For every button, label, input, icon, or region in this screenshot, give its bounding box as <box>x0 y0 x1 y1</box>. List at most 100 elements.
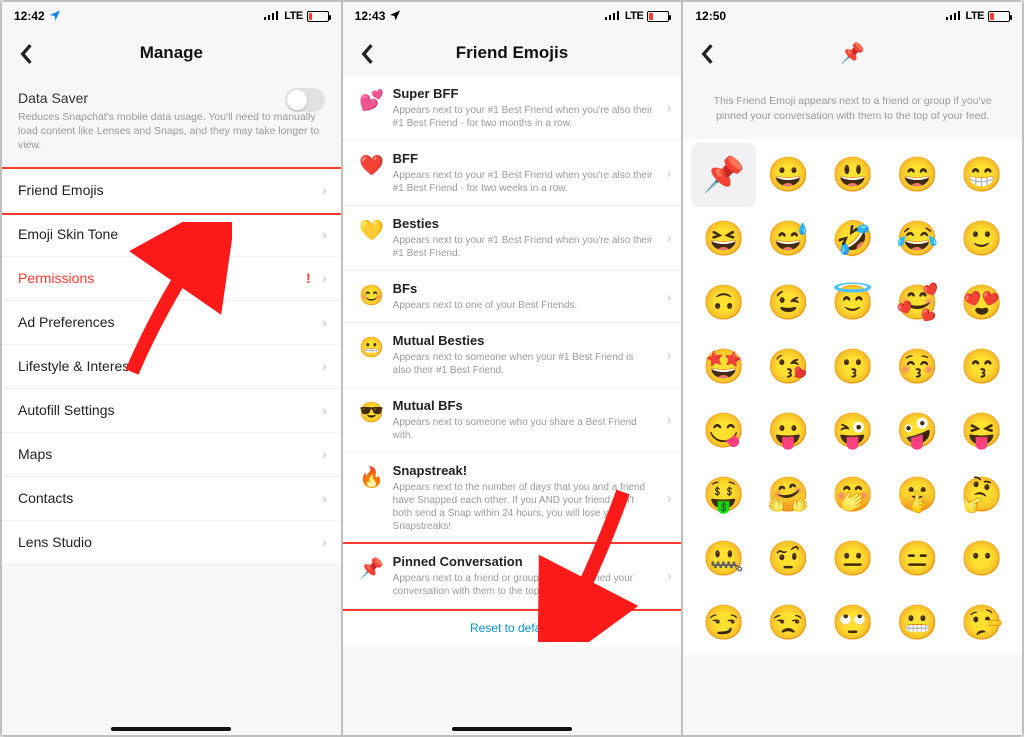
emoji-option[interactable]: 😇 <box>820 271 885 335</box>
status-time: 12:50 <box>695 9 726 23</box>
data-saver-title: Data Saver <box>18 90 325 106</box>
friend-emoji-row-bff[interactable]: ❤️BFFAppears next to your #1 Best Friend… <box>343 141 682 206</box>
back-button[interactable] <box>353 40 381 68</box>
chevron-right-icon: › <box>322 402 327 418</box>
emoji-option[interactable]: 😋 <box>691 399 756 463</box>
settings-row-lifestyle-interests[interactable]: Lifestyle & Interests› <box>2 345 341 389</box>
emoji-option[interactable]: 😅 <box>756 207 821 271</box>
emoji-option[interactable]: 🤗 <box>756 463 821 527</box>
back-button[interactable] <box>693 40 721 68</box>
friend-emoji-row-besties[interactable]: 💛BestiesAppears next to your #1 Best Fri… <box>343 206 682 271</box>
row-label: Maps <box>18 446 52 462</box>
settings-row-permissions[interactable]: Permissions! › <box>2 257 341 301</box>
row-label: Permissions <box>18 270 94 286</box>
reset-to-default-button[interactable]: Reset to default <box>343 609 682 647</box>
row-title: Pinned Conversation <box>393 554 654 569</box>
emoji-option[interactable]: 🥰 <box>885 271 950 335</box>
emoji-option[interactable]: 😝 <box>949 399 1014 463</box>
chevron-right-icon: › <box>667 231 671 246</box>
signal-type: LTE <box>625 10 643 22</box>
emoji-option[interactable]: 😚 <box>885 335 950 399</box>
emoji-option[interactable]: 😗 <box>820 335 885 399</box>
emoji-option[interactable]: 🤥 <box>949 591 1014 655</box>
emoji-option[interactable]: 🤫 <box>885 463 950 527</box>
row-label: Ad Preferences <box>18 314 115 330</box>
emoji-option[interactable]: 🤨 <box>756 527 821 591</box>
chevron-right-icon: › <box>667 289 671 304</box>
signal-bars-icon <box>946 9 962 23</box>
chevron-right-icon: › <box>322 446 327 462</box>
emoji-option[interactable]: 😏 <box>691 591 756 655</box>
chevron-right-icon: › <box>322 182 327 198</box>
back-button[interactable] <box>12 40 40 68</box>
settings-row-lens-studio[interactable]: Lens Studio› <box>2 521 341 565</box>
emoji-icon: ❤️ <box>357 153 387 178</box>
friend-emoji-row-pinned-conversation[interactable]: 📌Pinned ConversationAppears next to a fr… <box>343 544 682 609</box>
emoji-option[interactable]: 😍 <box>949 271 1014 335</box>
emoji-option[interactable]: 🤑 <box>691 463 756 527</box>
emoji-option[interactable]: 😃 <box>820 143 885 207</box>
emoji-option[interactable]: 🙄 <box>820 591 885 655</box>
battery-icon <box>307 11 329 22</box>
settings-row-contacts[interactable]: Contacts› <box>2 477 341 521</box>
row-title: Besties <box>393 216 654 231</box>
friend-emoji-row-mutual-bfs[interactable]: 😎Mutual BFsAppears next to someone who y… <box>343 388 682 453</box>
emoji-option[interactable]: 😶 <box>949 527 1014 591</box>
emoji-option[interactable]: 🤣 <box>820 207 885 271</box>
friend-emoji-row-bfs[interactable]: 😊BFsAppears next to one of your Best Fri… <box>343 271 682 323</box>
settings-row-friend-emojis[interactable]: Friend Emojis› <box>2 169 341 213</box>
chevron-right-icon: › <box>322 534 327 550</box>
emoji-option[interactable]: 🤭 <box>820 463 885 527</box>
emoji-option[interactable]: 🤪 <box>885 399 950 463</box>
emoji-option[interactable]: 🙃 <box>691 271 756 335</box>
row-title: BFs <box>393 281 654 296</box>
home-indicator[interactable] <box>452 727 572 731</box>
friend-emoji-row-mutual-besties[interactable]: 😬Mutual BestiesAppears next to someone w… <box>343 323 682 388</box>
emoji-option[interactable]: 😒 <box>756 591 821 655</box>
row-description: Appears next to the number of days that … <box>393 481 654 533</box>
chevron-right-icon: › <box>667 348 671 363</box>
row-label: Autofill Settings <box>18 402 115 418</box>
emoji-icon: 💛 <box>357 218 387 243</box>
signal-bars-icon <box>605 9 621 23</box>
settings-row-ad-preferences[interactable]: Ad Preferences › <box>2 301 341 345</box>
settings-row-maps[interactable]: Maps › <box>2 433 341 477</box>
emoji-option[interactable]: 😐 <box>820 527 885 591</box>
emoji-option[interactable]: 😘 <box>756 335 821 399</box>
picker-description: This Friend Emoji appears next to a frie… <box>683 76 1022 139</box>
emoji-option[interactable]: 😄 <box>885 143 950 207</box>
row-title: Mutual BFs <box>393 398 654 413</box>
emoji-option[interactable]: 😛 <box>756 399 821 463</box>
data-saver-toggle[interactable] <box>285 88 325 112</box>
emoji-option[interactable]: 🤩 <box>691 335 756 399</box>
emoji-option[interactable]: 😀 <box>756 143 821 207</box>
chevron-right-icon: › <box>322 314 327 330</box>
emoji-option[interactable]: 🤔 <box>949 463 1014 527</box>
emoji-option[interactable]: 😉 <box>756 271 821 335</box>
emoji-option[interactable]: 😂 <box>885 207 950 271</box>
emoji-option[interactable]: 😁 <box>949 143 1014 207</box>
emoji-option[interactable]: 😑 <box>885 527 950 591</box>
emoji-option[interactable]: 🤐 <box>691 527 756 591</box>
row-description: Appears next to your #1 Best Friend when… <box>393 169 654 195</box>
emoji-option[interactable]: 🙂 <box>949 207 1014 271</box>
status-time: 12:43 <box>355 9 386 23</box>
emoji-option[interactable]: 😆 <box>691 207 756 271</box>
status-time: 12:42 <box>14 9 45 23</box>
row-label: Emoji Skin Tone <box>18 226 118 242</box>
chevron-right-icon: › <box>667 491 671 506</box>
chevron-right-icon: › <box>667 166 671 181</box>
friend-emoji-row-snapstreak-[interactable]: 🔥Snapstreak!Appears next to the number o… <box>343 453 682 544</box>
row-title: Mutual Besties <box>393 333 654 348</box>
emoji-option[interactable]: 😬 <box>885 591 950 655</box>
home-indicator[interactable] <box>111 727 231 731</box>
page-title: Manage <box>140 43 203 63</box>
warning-icon: ! <box>306 270 311 286</box>
chevron-right-icon: › <box>322 270 327 286</box>
settings-row-emoji-skin-tone[interactable]: Emoji Skin Tone› <box>2 213 341 257</box>
friend-emoji-row-super-bff[interactable]: 💕Super BFFAppears next to your #1 Best F… <box>343 76 682 141</box>
settings-row-autofill-settings[interactable]: Autofill Settings › <box>2 389 341 433</box>
emoji-option[interactable]: 📌 <box>691 143 756 207</box>
emoji-option[interactable]: 😜 <box>820 399 885 463</box>
emoji-option[interactable]: 😙 <box>949 335 1014 399</box>
